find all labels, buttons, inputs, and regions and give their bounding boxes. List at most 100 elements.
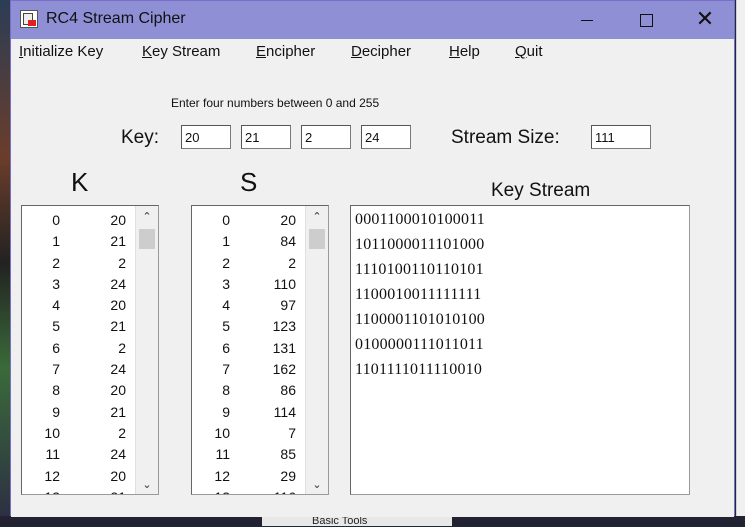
minimize-button[interactable] [558,1,616,39]
s-list[interactable]: 0 20 1 84 2 2 3 110 4 97 5 123 6 131 7 162 8 86 9 114 10 7 11 8… [191,205,329,495]
s-value: 162 [272,361,296,378]
s-list-item[interactable]: 8 86 [192,382,306,403]
s-value: 2 [288,254,296,271]
k-index: 2 [52,254,60,271]
s-list-item[interactable]: 10 7 [192,425,306,446]
k-list-item[interactable]: 12 20 [22,468,136,489]
s-index: 7 [222,361,230,378]
key-stream-line: 1011000011101000 [355,236,485,253]
close-icon: ✕ [695,7,715,32]
s-list-item[interactable]: 0 20 [192,212,306,233]
k-list-item[interactable]: 5 21 [22,318,136,339]
s-index: 5 [222,318,230,335]
minimize-icon [581,19,593,21]
s-value: 116 [274,489,296,494]
key-stream-output[interactable]: 0001100010100011 1011000011101000 11101001… [350,205,690,495]
k-value: 21 [110,233,126,250]
key-input-3[interactable] [301,125,351,149]
key-stream-line: 1110100110110101 [355,261,484,278]
k-list-item[interactable]: 22 [22,255,136,276]
k-list-item[interactable]: 11 24 [22,446,136,467]
client-area: Enter four numbers between 0 and 255 Key… [11,65,734,517]
k-list-item[interactable]: 8 20 [22,382,136,403]
s-list-item[interactable]: 12 29 [192,468,306,489]
key-input-4[interactable] [361,125,411,149]
s-list-item[interactable]: 22 [192,255,306,276]
k-list-item[interactable]: 13 21 [22,489,136,494]
app-icon[interactable] [20,10,38,28]
k-index: 1 [52,233,60,250]
s-value: 114 [273,403,296,420]
close-button[interactable]: ✕ [676,1,734,39]
menu-key-stream[interactable]: Key Stream [142,43,220,60]
k-index: 11 [45,446,60,463]
s-index: 3 [222,275,230,292]
chevron-down-icon[interactable]: ⌄ [136,474,158,494]
s-value: 110 [273,275,296,292]
s-scroll-thumb[interactable] [309,229,325,249]
key-input-1[interactable] [181,125,231,149]
key-stream-line: 0100000111011011 [355,336,484,353]
s-list-scrollbar[interactable]: ⌃ ⌄ [305,206,328,494]
s-index: 13 [214,489,230,494]
s-list-item[interactable]: 5 123 [192,318,306,339]
s-list-title: S [240,167,258,197]
menu-quit[interactable]: Quit [515,43,543,60]
key-label: Key: [121,127,160,148]
k-value: 2 [118,339,126,356]
menu-encipher[interactable]: Encipher [256,43,315,60]
k-index: 12 [44,467,60,484]
chevron-up-icon[interactable]: ⌃ [306,206,328,226]
k-list-scrollbar[interactable]: ⌃ ⌄ [135,206,158,494]
menu-help[interactable]: Help [449,43,480,60]
k-list-item[interactable]: 9 21 [22,404,136,425]
k-list[interactable]: 0201212232442052162724820921102112412201… [21,205,159,495]
desktop-background-right [736,0,745,526]
k-index: 10 [44,424,60,441]
chevron-up-icon[interactable]: ⌃ [136,206,158,226]
k-value: 21 [110,403,126,420]
s-index: 4 [222,297,230,314]
key-stream-line: 1101111011110010 [355,361,483,378]
s-list-rows: 0 20 1 84 2 2 3 110 4 97 5 123 6 131 7 162 8 86 9 114 10 7 11 8… [192,212,306,494]
k-list-item[interactable]: 10 2 [22,425,136,446]
s-list-item[interactable]: 9 114 [192,404,306,425]
s-value: 86 [280,382,296,399]
key-stream-line: 0001100010100011 [355,211,486,228]
s-value: 7 [288,424,296,441]
k-list-item[interactable]: 3 24 [22,276,136,297]
s-list-item[interactable]: 6 131 [192,340,306,361]
k-list-title: K [71,167,89,197]
chevron-down-icon[interactable]: ⌄ [306,474,328,494]
k-value: 20 [110,297,126,314]
key-input-2[interactable] [241,125,291,149]
k-list-item[interactable]: 1 21 [22,233,136,254]
k-index: 6 [52,339,60,356]
k-value: 24 [110,275,126,292]
stream-size-input[interactable] [591,125,651,149]
menu-initialize-key[interactable]: Initialize Key [19,43,103,60]
k-list-item[interactable]: 4 20 [22,297,136,318]
desktop-background-left [0,0,10,526]
s-index: 1 [222,233,230,250]
menu-decipher[interactable]: Decipher [351,43,411,60]
s-list-item[interactable]: 4 97 [192,297,306,318]
k-list-item[interactable]: 62 [22,340,136,361]
k-list-item[interactable]: 0 20 [22,212,136,233]
k-list-item[interactable]: 7 24 [22,361,136,382]
k-index: 8 [52,382,60,399]
k-index: 0 [52,212,60,228]
s-index: 6 [222,339,230,356]
k-index: 7 [52,361,60,378]
maximize-button[interactable] [617,1,675,39]
s-list-item[interactable]: 13 116 [192,489,306,494]
k-value: 21 [110,489,126,494]
k-scroll-thumb[interactable] [139,229,155,249]
title-bar[interactable]: RC4 Stream Cipher ✕ [11,1,734,39]
k-index: 4 [52,297,60,314]
s-list-item[interactable]: 3 110 [192,276,306,297]
s-list-item[interactable]: 1 84 [192,233,306,254]
s-index: 10 [214,424,230,441]
s-list-item[interactable]: 11 85 [192,446,306,467]
s-list-item[interactable]: 7 162 [192,361,306,382]
